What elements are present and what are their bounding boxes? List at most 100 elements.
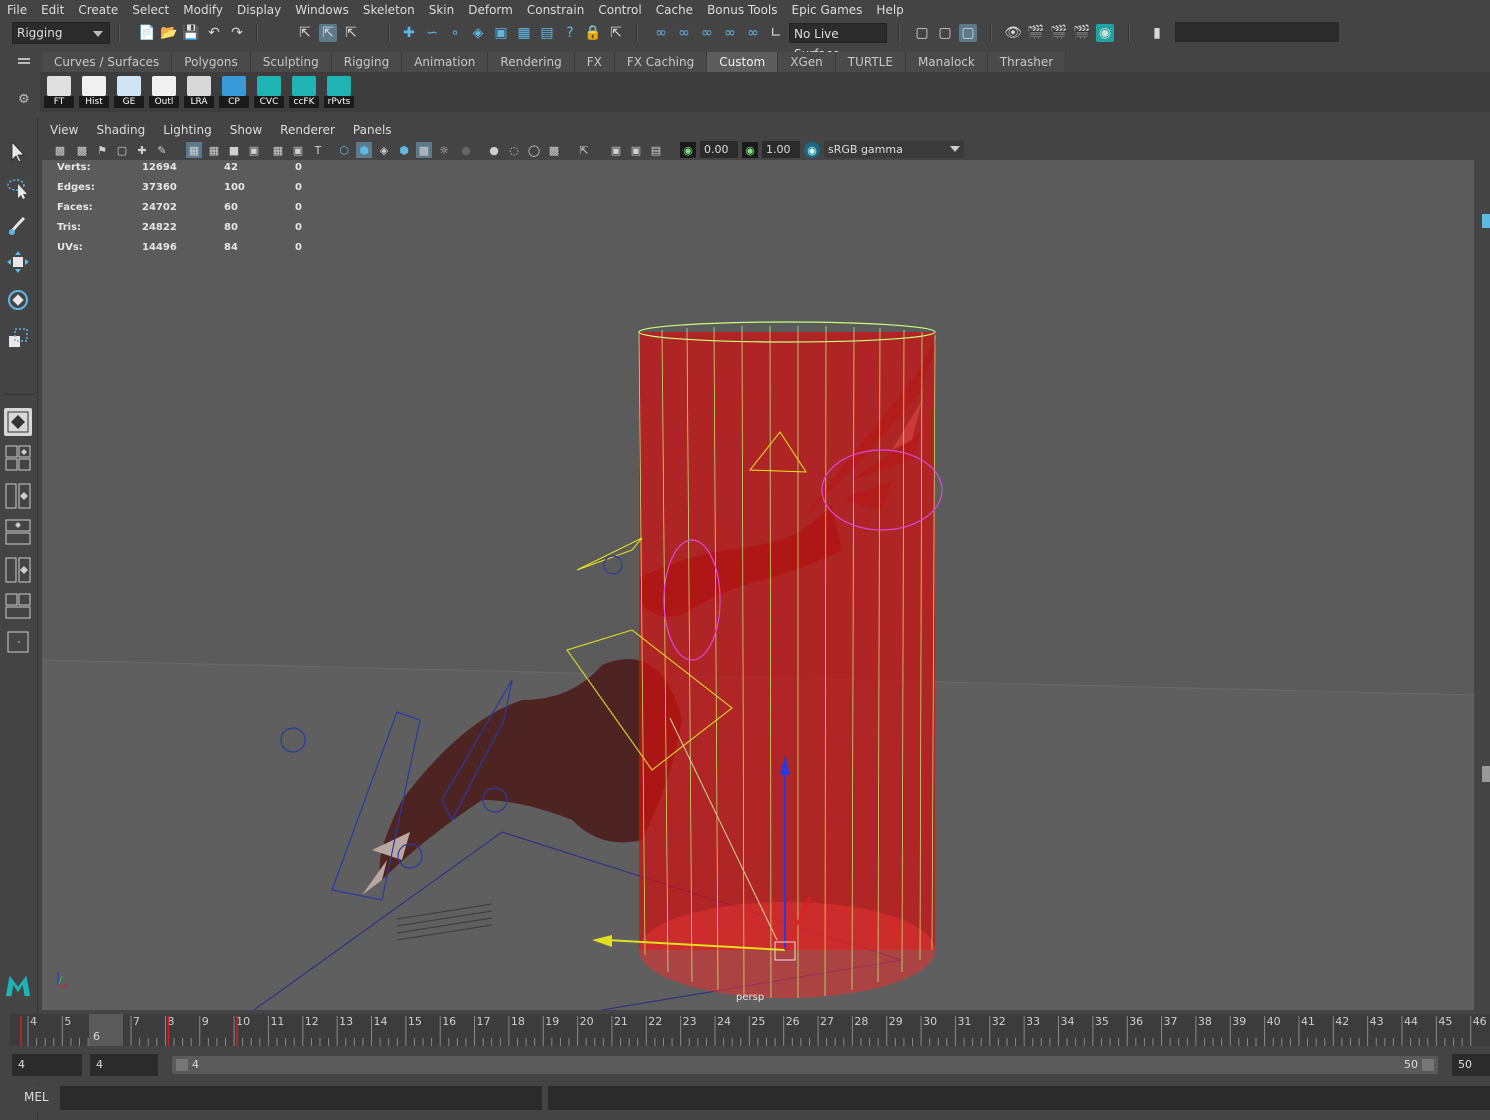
shelf-tab-rendering[interactable]: Rendering — [488, 52, 575, 72]
panel-menu-panels[interactable]: Panels — [345, 123, 402, 137]
start-time-field[interactable]: 4 — [12, 1054, 82, 1076]
color-space-dropdown[interactable]: sRGB gamma — [824, 141, 964, 158]
depth-of-field-icon[interactable]: ▩ — [546, 142, 562, 158]
new-scene-icon[interactable]: 📄 — [138, 24, 156, 42]
snap-curve-icon[interactable]: ∽ — [423, 24, 441, 42]
menu-create[interactable]: Create — [71, 0, 125, 20]
snap-orthogonal-icon[interactable]: ▤ — [538, 24, 556, 42]
outliner-persp-layout-icon[interactable] — [4, 482, 32, 510]
grid-icon[interactable]: ▦ — [186, 142, 202, 158]
panel-menu-view[interactable]: View — [42, 123, 88, 137]
shelf-button-ge[interactable]: GE — [114, 76, 144, 110]
gamma-field[interactable]: 1.00 — [762, 141, 800, 158]
xray-icon[interactable]: ▩ — [416, 142, 432, 158]
command-input[interactable] — [60, 1086, 542, 1110]
clapper-render-icon[interactable]: 🎬 — [1027, 24, 1045, 42]
show-hypershade-icon[interactable]: 👁 — [1004, 24, 1022, 42]
safe-action-icon[interactable]: ▣ — [290, 142, 306, 158]
live-surface-field[interactable]: No Live Surface — [789, 23, 887, 61]
anti-aliasing-icon[interactable]: ◯ — [526, 142, 542, 158]
reflection-icon[interactable]: ∞ — [698, 24, 716, 42]
time-slider[interactable]: 4567891011121314151617181920212223242526… — [10, 1014, 1490, 1046]
shelf-button-ccfk[interactable]: ccFK — [289, 76, 319, 110]
select-tool-icon[interactable] — [4, 138, 32, 166]
ipr-clapper-icon[interactable]: 🎬 — [1050, 24, 1068, 42]
wireframe-on-shaded-icon[interactable]: ◈ — [376, 142, 392, 158]
menu-control[interactable]: Control — [591, 0, 648, 20]
backface-icon[interactable]: ▤ — [648, 142, 664, 158]
open-scene-icon[interactable]: 📂 — [160, 24, 178, 42]
search-input[interactable] — [1175, 22, 1339, 42]
input-ops-icon[interactable]: ⇱ — [607, 24, 625, 42]
save-scene-icon[interactable]: 💾 — [182, 24, 200, 42]
scale-tool-icon[interactable] — [4, 324, 32, 352]
shelf-tab-animation[interactable]: Animation — [402, 52, 489, 72]
shelf-tab-turtle[interactable]: TURTLE — [835, 52, 906, 72]
scroll-handle[interactable] — [1482, 766, 1490, 782]
snap-view-plane-icon[interactable]: ◈ — [469, 24, 487, 42]
custom-layout-icon[interactable] — [4, 628, 32, 656]
rotate-tool-icon[interactable] — [4, 286, 32, 314]
perspective-viewport[interactable]: Verts: 12694 42 0 Edges: 37360 100 0 Faces: 24702… — [42, 160, 1474, 1010]
undo-icon[interactable]: ↶ — [205, 24, 223, 42]
snap-live-icon[interactable]: ▣ — [492, 24, 510, 42]
paint-select-tool-icon[interactable] — [4, 212, 32, 240]
shelf-menu-icon[interactable] — [18, 58, 30, 60]
attr-tab-marker[interactable] — [1482, 214, 1490, 228]
shelf-tab-thrasher[interactable]: Thrasher — [987, 52, 1067, 72]
shelf-button-lra[interactable]: LRA — [184, 76, 214, 110]
shelf-tab-fx-caching[interactable]: FX Caching — [614, 52, 708, 72]
ambient-occlusion-icon[interactable]: ● — [486, 142, 502, 158]
shelf-button-outl[interactable]: Outl — [149, 76, 179, 110]
shelf-button-cvc[interactable]: CVC — [254, 76, 284, 110]
shelf-button-rpvts[interactable]: rPvts — [324, 76, 354, 110]
menu-display[interactable]: Display — [230, 0, 288, 20]
shelf-tab-polygons[interactable]: Polygons — [172, 52, 251, 72]
xray-components-icon[interactable]: ▣ — [628, 142, 644, 158]
menu-deform[interactable]: Deform — [461, 0, 520, 20]
menu-select[interactable]: Select — [125, 0, 176, 20]
motion-blur-icon[interactable]: ◌ — [506, 142, 522, 158]
gate-mask-icon[interactable]: ▣ — [246, 142, 262, 158]
hypershade-layout-icon[interactable] — [4, 556, 32, 584]
end-time-field[interactable]: 50 — [1452, 1054, 1490, 1076]
range-end-handle[interactable] — [1422, 1059, 1434, 1071]
menu-skin[interactable]: Skin — [422, 0, 462, 20]
shelf-tab-custom[interactable]: Custom — [707, 52, 779, 72]
shelf-tab-xgen[interactable]: XGen — [778, 52, 836, 72]
menu-bonus-tools[interactable]: Bonus Tools — [700, 0, 784, 20]
grease-pencil-icon[interactable]: ✎ — [154, 142, 170, 158]
menu-file[interactable]: File — [0, 0, 34, 20]
symmetry-icon[interactable]: ∞ — [652, 24, 670, 42]
color-management-icon[interactable]: ◉ — [804, 142, 820, 158]
lock-icon[interactable]: 🔒 — [584, 24, 602, 42]
range-slider[interactable]: 4 50 — [172, 1056, 1438, 1074]
select-hierarchy-icon[interactable]: ⇱ — [296, 24, 314, 42]
film-gate-icon[interactable]: ▦ — [206, 142, 222, 158]
menu-set-dropdown[interactable]: Rigging — [12, 22, 110, 44]
snap-grid-icon[interactable]: ✚ — [400, 24, 418, 42]
lasso-tool-icon[interactable] — [4, 174, 32, 202]
camera-based-icon[interactable]: ∞ — [744, 24, 762, 42]
gear-icon[interactable]: ⚙ — [18, 92, 30, 107]
shelf-tab-rigging[interactable]: Rigging — [331, 52, 403, 72]
shelf-tab-fx[interactable]: FX — [574, 52, 615, 72]
persp-outliner-layout-icon[interactable] — [4, 592, 32, 620]
sidebar-toggle-icon[interactable]: ▮ — [1148, 24, 1166, 42]
menu-epic-games[interactable]: Epic Games — [785, 0, 870, 20]
shadows-icon[interactable]: ● — [458, 142, 474, 158]
camera-select-icon[interactable]: ▩ — [52, 142, 68, 158]
redo-icon[interactable]: ↷ — [228, 24, 246, 42]
smooth-shade-icon[interactable]: ⬢ — [356, 142, 372, 158]
render-settings-icon[interactable]: 🎬 — [1073, 24, 1091, 42]
field-chart-icon[interactable]: ▦ — [270, 142, 286, 158]
menu-cache[interactable]: Cache — [649, 0, 700, 20]
textured-icon[interactable]: ⬢ — [396, 142, 412, 158]
safe-title-icon[interactable]: T — [310, 142, 326, 158]
render-view-icon[interactable]: ▢ — [913, 24, 931, 42]
render-current-icon[interactable]: ▢ — [936, 24, 954, 42]
menu-constrain[interactable]: Constrain — [520, 0, 592, 20]
range-start-handle[interactable] — [176, 1059, 188, 1071]
panel-menu-renderer[interactable]: Renderer — [272, 123, 345, 137]
menu-skeleton[interactable]: Skeleton — [356, 0, 422, 20]
